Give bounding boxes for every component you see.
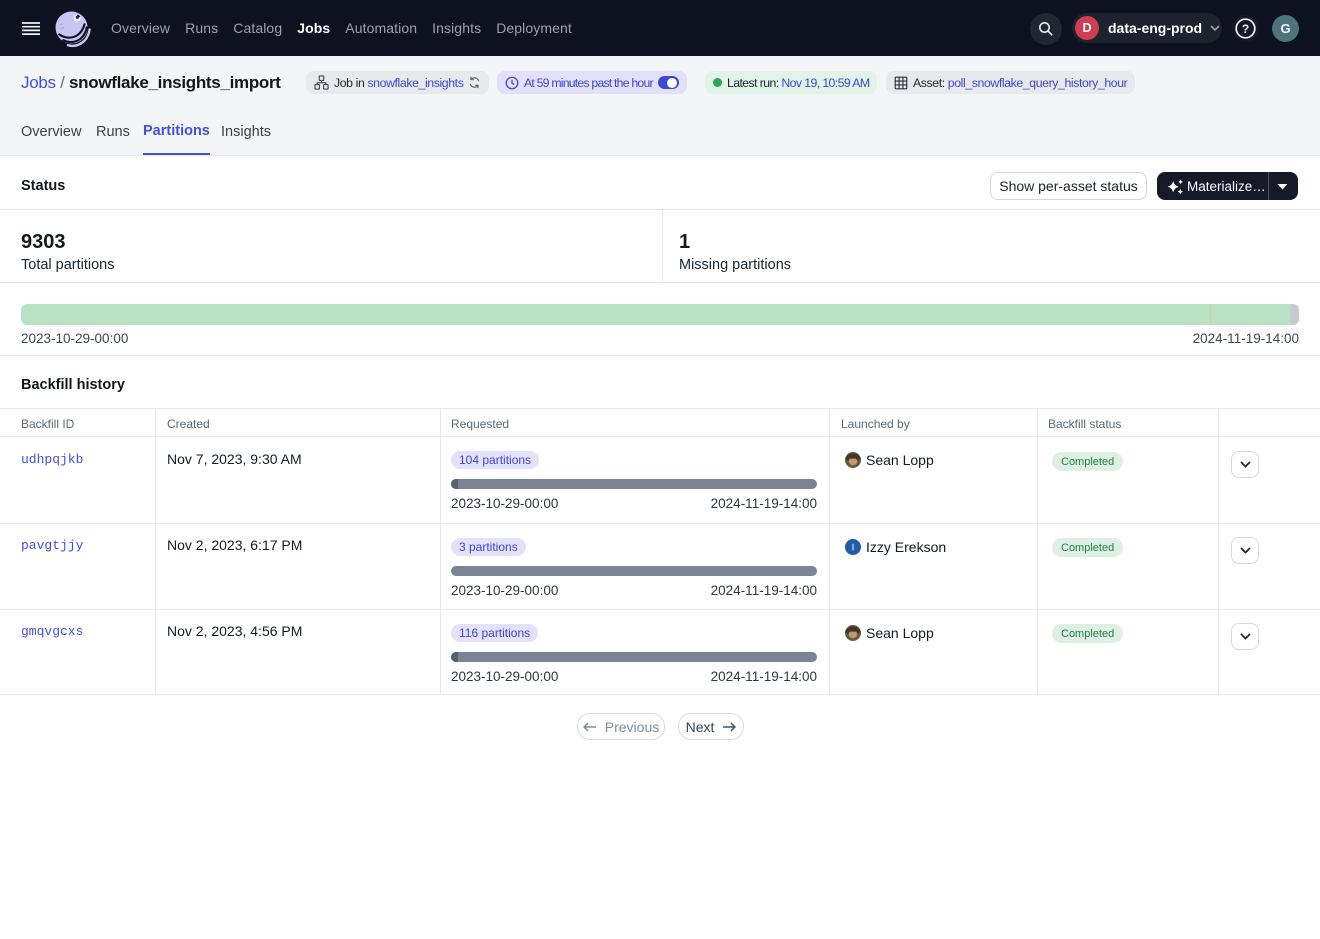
svg-text:?: ? [1242, 22, 1249, 36]
